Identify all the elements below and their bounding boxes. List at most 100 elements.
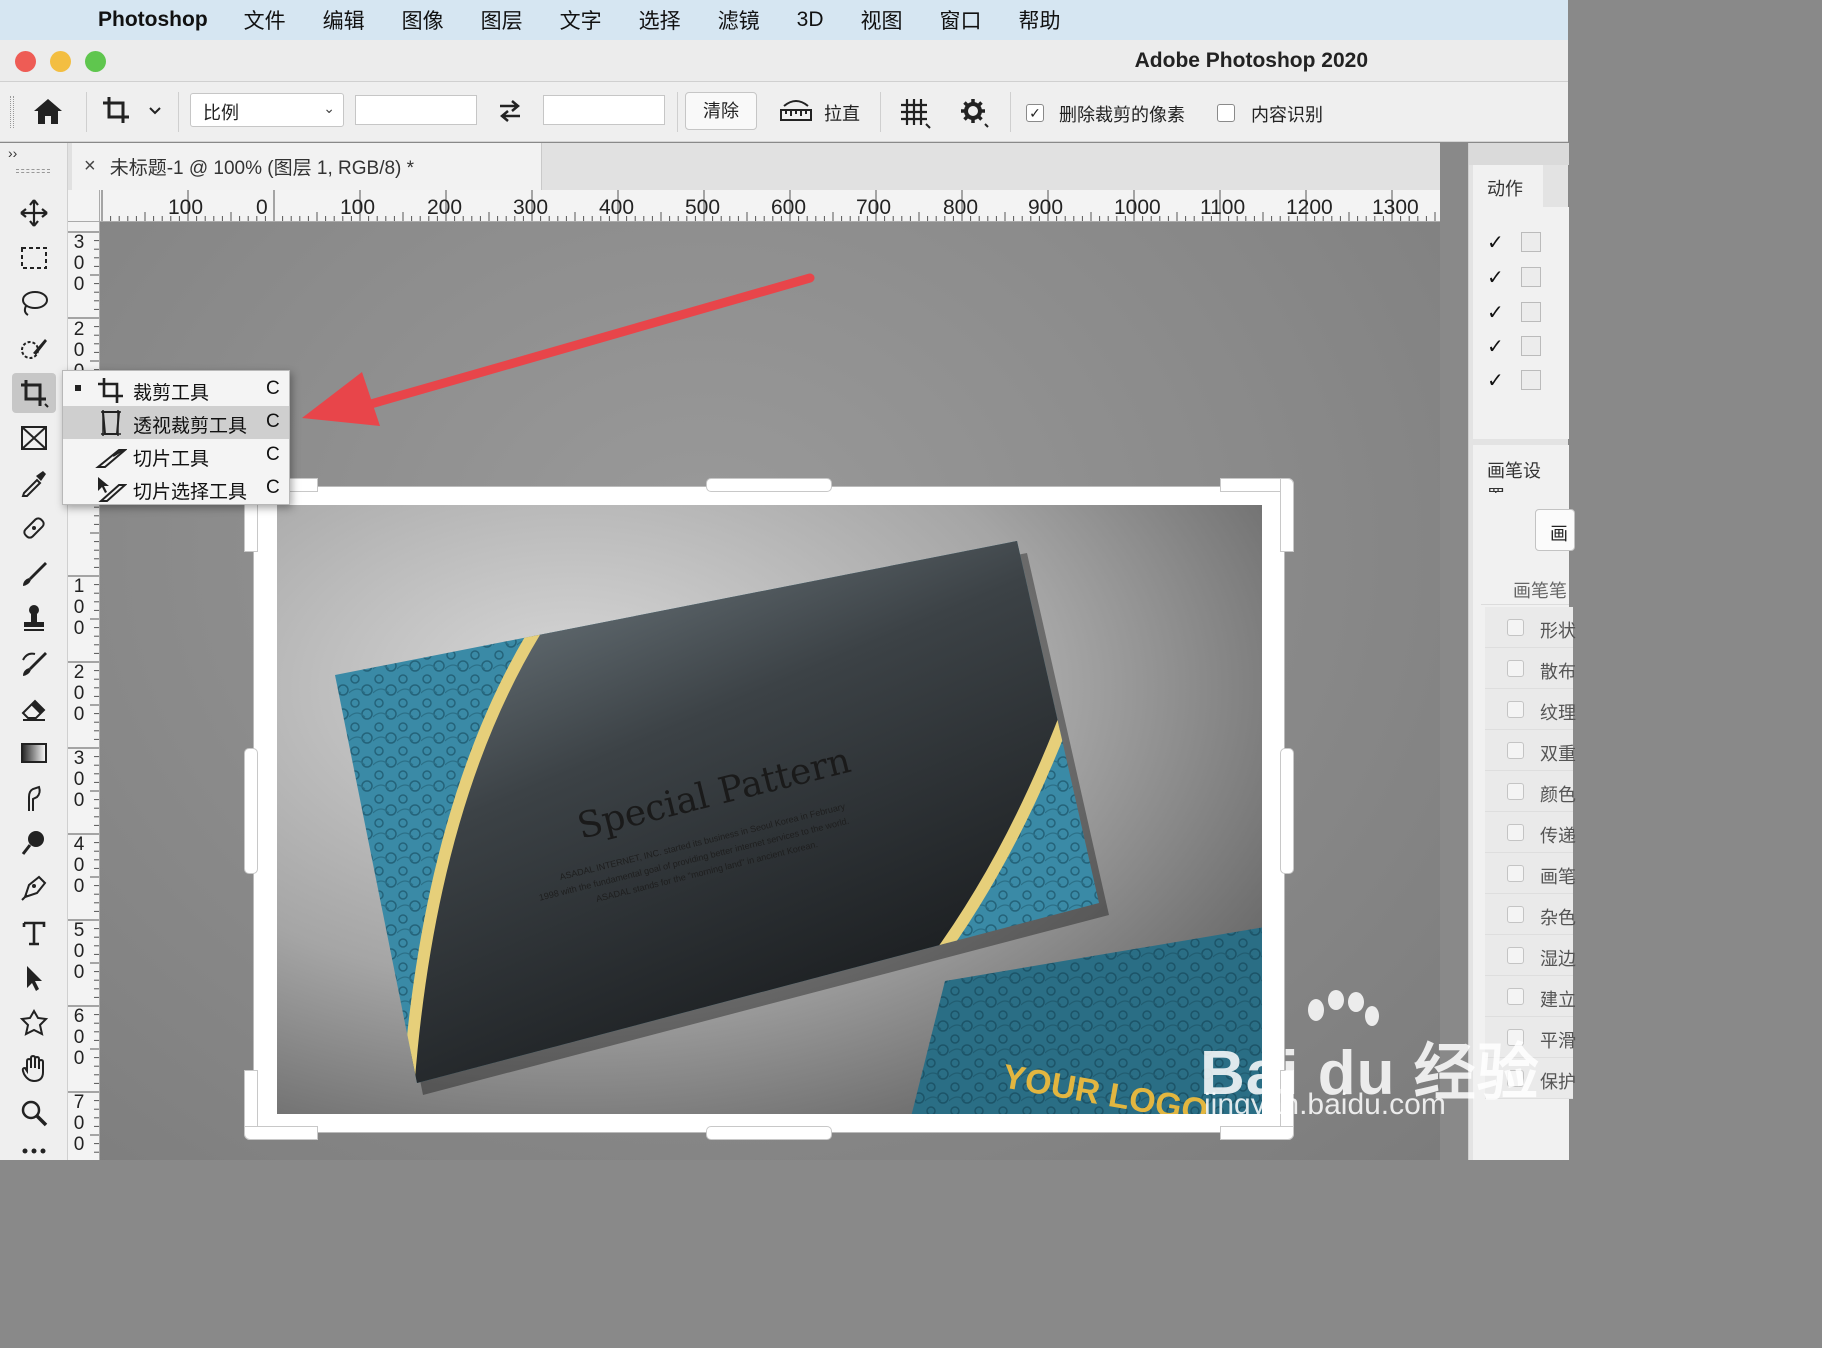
menu-help[interactable]: 帮助 — [1019, 5, 1061, 35]
brush-option-checkbox[interactable] — [1507, 906, 1524, 923]
brush-settings-panel-tab[interactable]: 画笔设置 — [1473, 445, 1569, 507]
menu-file[interactable]: 文件 — [244, 5, 286, 35]
crop-handle-bottom[interactable] — [706, 1126, 832, 1140]
tools-grip[interactable] — [16, 169, 50, 173]
menu-image[interactable]: 图像 — [402, 5, 444, 35]
brush-option-checkbox[interactable] — [1507, 701, 1524, 718]
frame-tool-icon[interactable] — [12, 418, 56, 458]
menu-3d[interactable]: 3D — [797, 8, 824, 32]
action-enabled-check-icon[interactable]: ✓ — [1487, 265, 1504, 290]
dialog-toggle-box[interactable] — [1521, 370, 1541, 390]
path-selection-tool-icon[interactable] — [12, 958, 56, 998]
move-tool-icon[interactable] — [12, 193, 56, 233]
crop-handle-bottom-left[interactable] — [244, 1126, 318, 1140]
more-tools-icon[interactable] — [12, 1138, 56, 1160]
brush-option-checkbox[interactable] — [1507, 783, 1524, 800]
brush-option-row[interactable]: 湿边 — [1485, 935, 1576, 976]
menu-app-name[interactable]: Photoshop — [98, 8, 208, 32]
custom-shape-tool-icon[interactable] — [12, 1003, 56, 1043]
crop-handle-right[interactable] — [1280, 748, 1294, 874]
healing-brush-tool-icon[interactable] — [12, 508, 56, 548]
brush-option-checkbox[interactable] — [1507, 619, 1524, 636]
type-tool-icon[interactable] — [12, 913, 56, 953]
quick-selection-tool-icon[interactable] — [12, 328, 56, 368]
crop-tool-icon[interactable] — [12, 373, 56, 413]
dialog-toggle-box[interactable] — [1521, 267, 1541, 287]
smudge-tool-icon[interactable] — [12, 778, 56, 818]
action-enabled-check-icon[interactable]: ✓ — [1487, 230, 1504, 255]
brush-option-checkbox[interactable] — [1507, 824, 1524, 841]
vertical-ruler[interactable]: 300 200 100 200 300 400 500 600 700 — [68, 222, 100, 1160]
brush-option-row[interactable]: 纹理 — [1485, 689, 1576, 730]
ratio-select[interactable]: 比例 ⌄ — [190, 93, 344, 127]
brush-tool-icon[interactable] — [12, 553, 56, 593]
brush-option-checkbox[interactable] — [1507, 742, 1524, 759]
brush-option-row[interactable]: 颜色 — [1485, 771, 1576, 812]
pen-tool-icon[interactable] — [12, 868, 56, 908]
ruler-origin[interactable] — [68, 190, 100, 222]
lasso-tool-icon[interactable] — [12, 283, 56, 323]
action-enabled-check-icon[interactable]: ✓ — [1487, 368, 1504, 393]
brush-tip-header[interactable]: 画笔笔 — [1481, 569, 1569, 605]
gradient-tool-icon[interactable] — [12, 733, 56, 773]
menu-filter[interactable]: 滤镜 — [718, 5, 760, 35]
brush-option-checkbox[interactable] — [1507, 865, 1524, 882]
delete-cropped-pixels-label[interactable]: 删除裁剪的像素 — [1059, 101, 1185, 127]
action-row[interactable]: ✓ — [1473, 294, 1573, 329]
overlay-grid-icon[interactable] — [898, 96, 932, 130]
brush-option-row[interactable]: 杂色 — [1485, 894, 1576, 935]
dialog-toggle-box[interactable] — [1521, 232, 1541, 252]
options-grip[interactable] — [10, 96, 14, 128]
document-tab[interactable]: × 未标题-1 @ 100% (图层 1, RGB/8) * — [72, 143, 542, 190]
crop-preset-icon[interactable] — [100, 94, 166, 128]
action-enabled-check-icon[interactable]: ✓ — [1487, 300, 1504, 325]
menu-layer[interactable]: 图层 — [481, 5, 523, 35]
brush-option-row[interactable]: 双重 — [1485, 730, 1576, 771]
flyout-item-slice-select-tool[interactable]: 切片选择工具 C — [63, 472, 289, 505]
zoom-tool-icon[interactable] — [12, 1093, 56, 1133]
dodge-tool-icon[interactable] — [12, 823, 56, 863]
brush-option-checkbox[interactable] — [1507, 947, 1524, 964]
content-aware-checkbox[interactable] — [1217, 104, 1235, 122]
brushes-button[interactable]: 画 — [1535, 509, 1575, 551]
menu-window[interactable]: 窗口 — [940, 5, 982, 35]
close-tab-icon[interactable]: × — [84, 155, 96, 178]
crop-width-input[interactable] — [355, 95, 477, 125]
home-icon[interactable] — [30, 94, 66, 128]
close-window-button[interactable] — [15, 51, 36, 72]
straighten-icon[interactable] — [778, 96, 814, 126]
crop-handle-top[interactable] — [706, 478, 832, 492]
actions-panel-tab[interactable]: 动作 — [1473, 165, 1543, 207]
delete-cropped-pixels-checkbox[interactable]: ✓ — [1026, 104, 1044, 122]
brush-option-checkbox[interactable] — [1507, 660, 1524, 677]
menu-edit[interactable]: 编辑 — [323, 5, 365, 35]
menu-select[interactable]: 选择 — [639, 5, 681, 35]
dialog-toggle-box[interactable] — [1521, 302, 1541, 322]
clear-button[interactable]: 清除 — [685, 92, 757, 130]
collapse-panel-icon[interactable]: ›› — [8, 145, 17, 161]
crop-height-input[interactable] — [543, 95, 665, 125]
brush-option-checkbox[interactable] — [1507, 988, 1524, 1005]
hand-tool-icon[interactable] — [12, 1048, 56, 1088]
flyout-item-crop-tool[interactable]: 裁剪工具 C — [63, 373, 289, 406]
brush-option-row[interactable]: 散布 — [1485, 648, 1576, 689]
action-row[interactable]: ✓ — [1473, 362, 1573, 397]
brush-option-row[interactable]: 形状 — [1485, 607, 1576, 648]
zoom-window-button[interactable] — [85, 51, 106, 72]
flyout-item-slice-tool[interactable]: 切片工具 C — [63, 439, 289, 472]
dialog-toggle-box[interactable] — [1521, 336, 1541, 356]
clone-stamp-tool-icon[interactable] — [12, 598, 56, 638]
minimize-window-button[interactable] — [50, 51, 71, 72]
gear-icon[interactable] — [958, 96, 992, 130]
action-enabled-check-icon[interactable]: ✓ — [1487, 334, 1504, 359]
crop-handle-top-right[interactable] — [1280, 478, 1294, 552]
menu-view[interactable]: 视图 — [861, 5, 903, 35]
history-brush-tool-icon[interactable] — [12, 643, 56, 683]
straighten-label[interactable]: 拉直 — [824, 100, 860, 126]
flyout-item-perspective-crop-tool[interactable]: 透视裁剪工具 C — [63, 406, 289, 439]
content-aware-label[interactable]: 内容识别 — [1251, 101, 1323, 127]
eyedropper-tool-icon[interactable] — [12, 463, 56, 503]
horizontal-ruler[interactable]: 100 0 100 200 300 400 500 600 700 800 90… — [100, 190, 1440, 222]
action-row[interactable]: ✓ — [1473, 328, 1573, 363]
crop-handle-left[interactable] — [244, 748, 258, 874]
